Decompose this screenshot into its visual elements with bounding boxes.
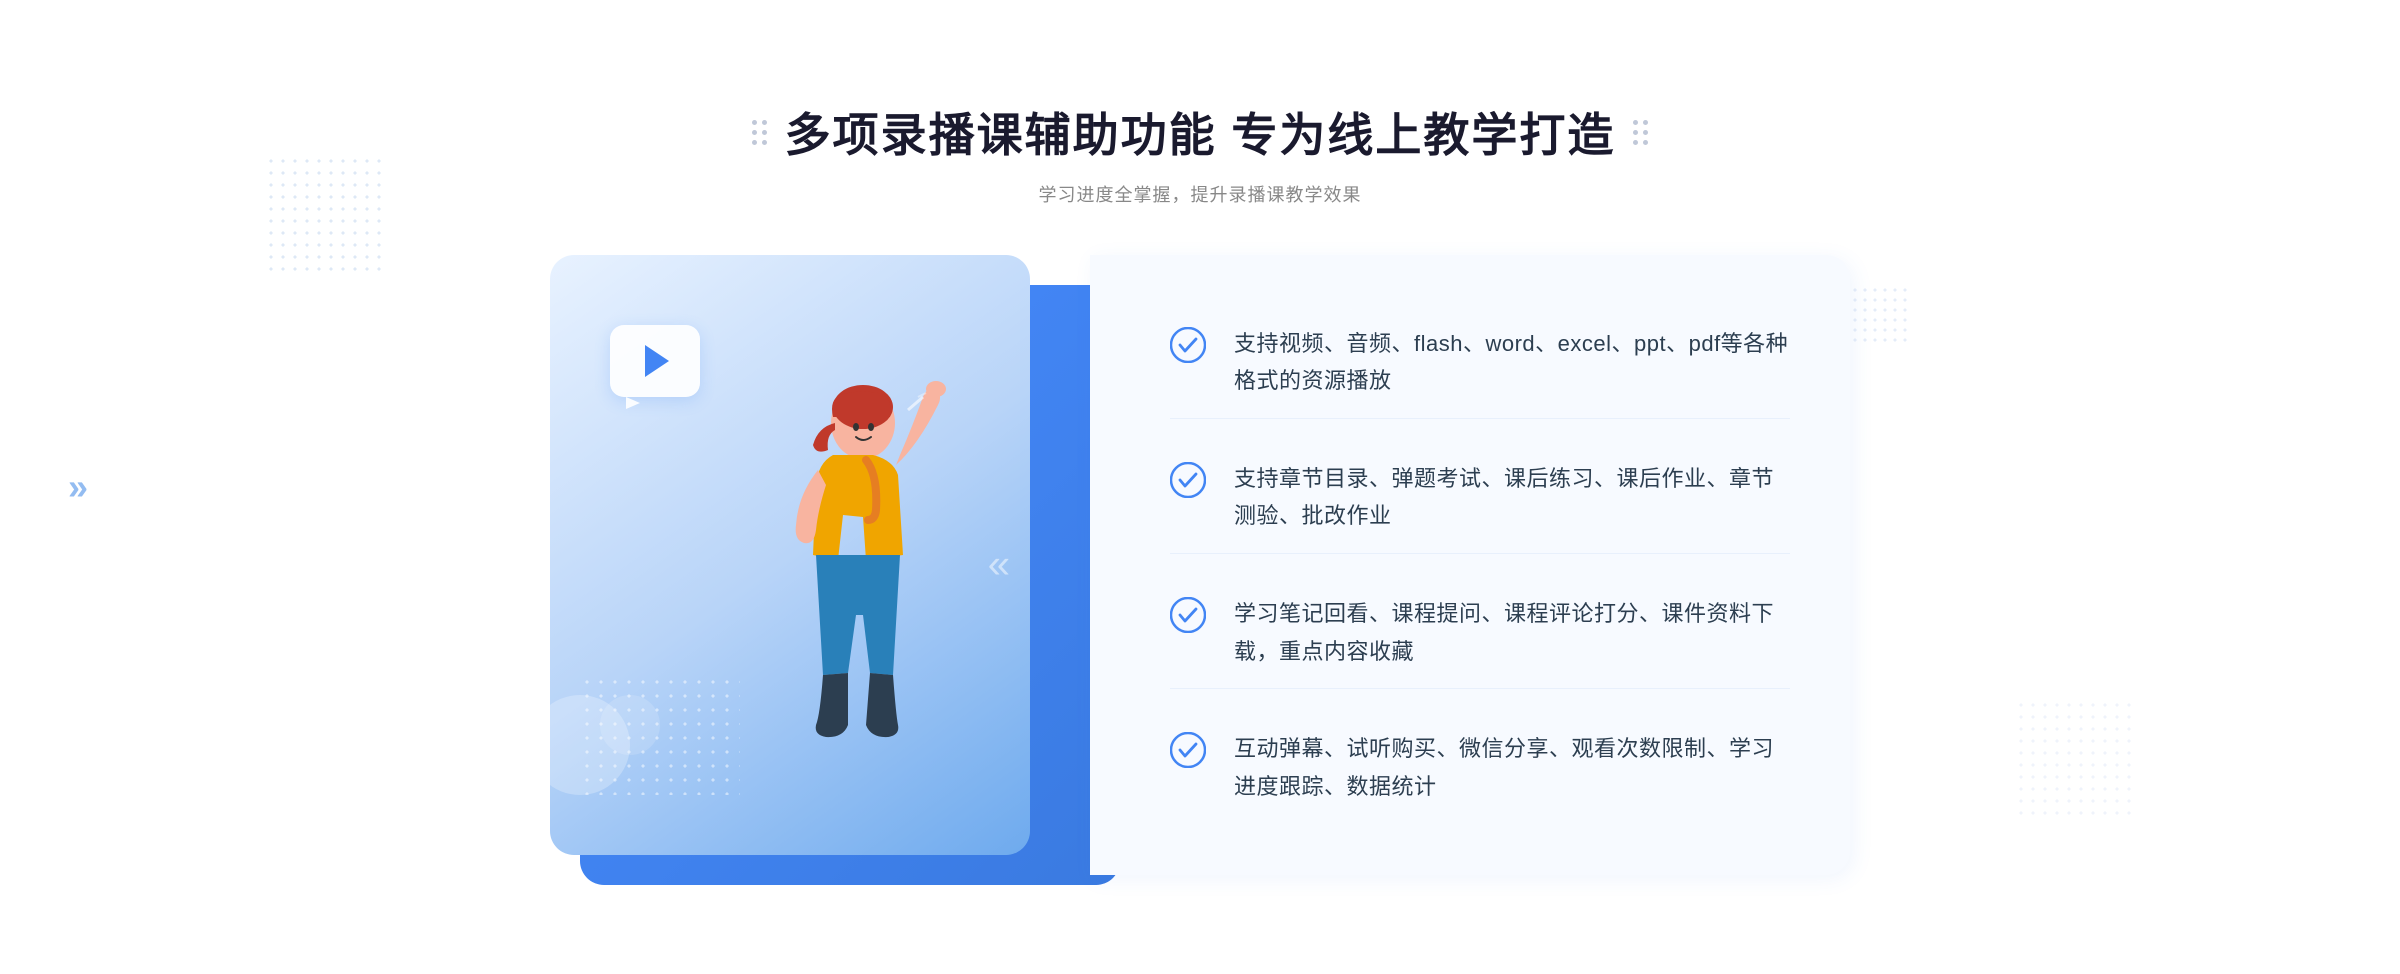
feature-item-3: 学习笔记回看、课程提问、课程评论打分、课件资料下载，重点内容收藏 [1170, 577, 1790, 689]
header-section: 多项录播课辅助功能 专为线上教学打造 学习进度全掌握，提升录播课教学效果 [752, 99, 1649, 207]
illustration-figure [708, 355, 988, 875]
check-icon-2 [1170, 462, 1206, 498]
play-triangle-icon [645, 345, 669, 377]
feature-item-2: 支持章节目录、弹题考试、课后练习、课后作业、章节测验、批改作业 [1170, 442, 1790, 554]
title-wrapper: 多项录播课辅助功能 专为线上教学打造 [752, 99, 1649, 165]
check-icon-3 [1170, 597, 1206, 633]
feature-text-3: 学习笔记回看、课程提问、课程评论打分、课件资料下载，重点内容收藏 [1234, 595, 1790, 670]
right-dots-decoration [1850, 285, 1910, 345]
illustration-panel: « [550, 255, 1090, 875]
title-dots-right [1633, 120, 1648, 145]
feature-text-1: 支持视频、音频、flash、word、excel、ppt、pdf等各种格式的资源… [1234, 325, 1790, 400]
illustration-arrows-icon: « [988, 543, 1010, 588]
illus-circle-small [600, 695, 660, 755]
page-title: 多项录播课辅助功能 专为线上教学打造 [785, 99, 1616, 165]
page-subtitle: 学习进度全掌握，提升录播课教学效果 [752, 181, 1649, 207]
chevron-left-icon: » [68, 469, 88, 505]
main-content: « [500, 255, 1900, 875]
check-icon-4 [1170, 732, 1206, 768]
play-button-area [610, 325, 710, 405]
feature-text-4: 互动弹幕、试听购买、微信分享、观看次数限制、学习进度跟踪、数据统计 [1234, 730, 1790, 805]
features-panel: 支持视频、音频、flash、word、excel、ppt、pdf等各种格式的资源… [1090, 255, 1850, 875]
title-dots-left [752, 120, 767, 145]
dots-decoration-left [265, 155, 385, 275]
dots-decoration-right [2015, 699, 2135, 819]
check-icon-1 [1170, 327, 1206, 363]
feature-text-2: 支持章节目录、弹题考试、课后练习、课后作业、章节测验、批改作业 [1234, 460, 1790, 535]
feature-item-4: 互动弹幕、试听购买、微信分享、观看次数限制、学习进度跟踪、数据统计 [1170, 712, 1790, 823]
feature-item-1: 支持视频、音频、flash、word、excel、ppt、pdf等各种格式的资源… [1170, 307, 1790, 419]
play-bubble [610, 325, 700, 397]
